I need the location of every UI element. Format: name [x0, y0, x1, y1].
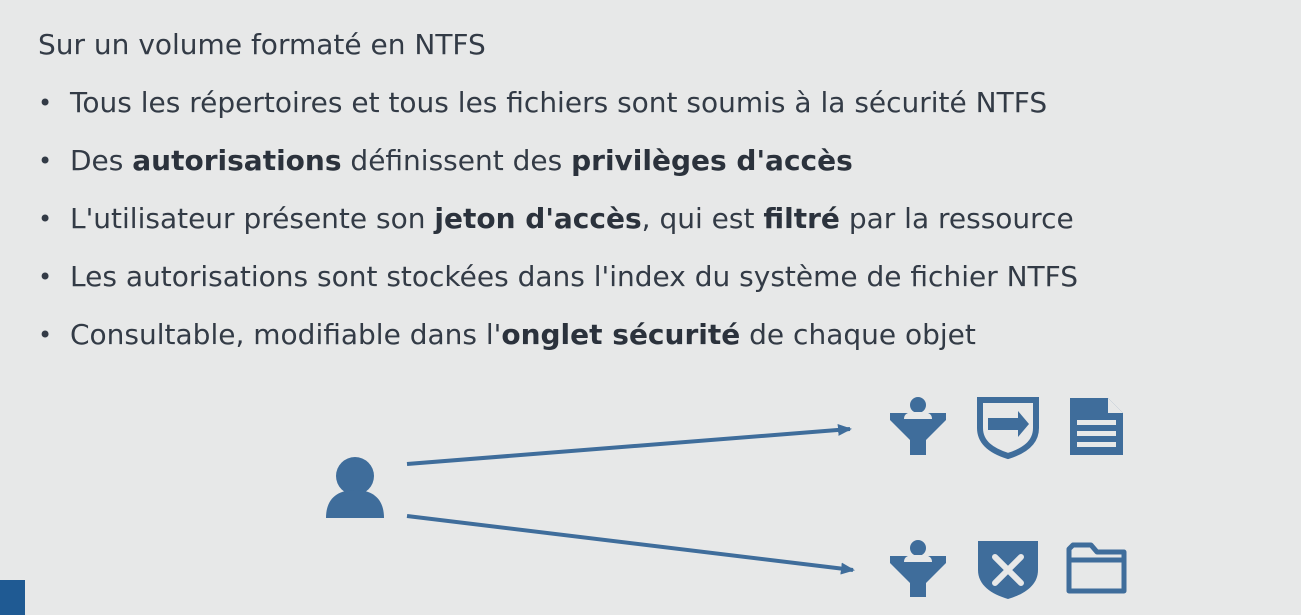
folder-icon	[1066, 542, 1127, 594]
document-icon	[1070, 398, 1123, 455]
filter-user-icon-denied	[890, 540, 946, 597]
arrow-to-denied	[406, 514, 855, 575]
shield-x-icon	[978, 541, 1038, 599]
access-diagram	[326, 397, 1127, 599]
slide: Sur un volume formaté en NTFS • Tous les …	[0, 0, 1301, 615]
slide-corner-accent	[0, 580, 25, 615]
user-icon	[326, 457, 384, 518]
arrow-to-allowed	[406, 423, 852, 466]
shield-arrow-icon	[977, 397, 1039, 460]
filter-user-icon	[890, 397, 946, 455]
